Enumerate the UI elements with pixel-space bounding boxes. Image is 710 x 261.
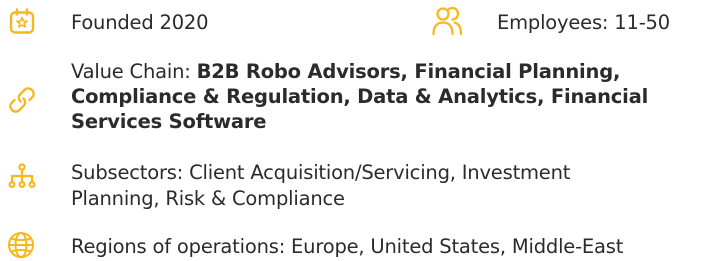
subsectors-line-1: Subsectors: Client Acquisition/Servicing…	[71, 161, 571, 184]
regions-text: Regions of operations: Europe, United St…	[71, 235, 624, 258]
value-chain-line-2: Compliance & Regulation, Data & Analytic…	[71, 84, 648, 109]
employees-text: Employees: 11-50	[497, 11, 670, 34]
globe-icon	[7, 231, 35, 259]
calendar-star-icon	[9, 8, 35, 35]
value-chain-line-1: Value Chain: B2B Robo Advisors, Financia…	[71, 59, 620, 84]
founded-text: Founded 2020	[71, 11, 209, 34]
value-chain-line-3: Services Software	[71, 109, 267, 134]
link-icon	[8, 86, 36, 114]
value-chain-values-3: Services Software	[71, 110, 267, 133]
subsectors-line-2: Planning, Risk & Compliance	[71, 187, 345, 210]
org-chart-icon	[8, 163, 36, 191]
value-chain-values-1: B2B Robo Advisors, Financial Planning,	[196, 60, 621, 83]
people-icon	[431, 6, 463, 36]
value-chain-values-2: Compliance & Regulation, Data & Analytic…	[71, 85, 649, 108]
value-chain-label: Value Chain:	[71, 60, 197, 83]
